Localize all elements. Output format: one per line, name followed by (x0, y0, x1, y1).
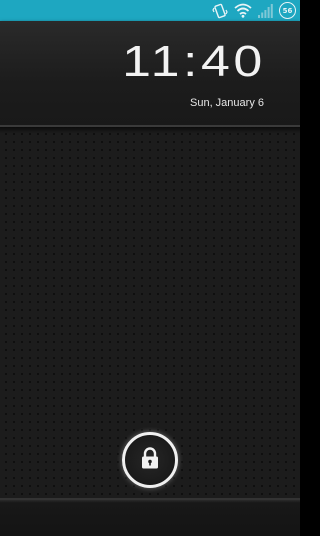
wifi-icon (234, 3, 252, 18)
status-bar: 56 (0, 0, 300, 21)
battery-level: 56 (282, 6, 293, 15)
lock-icon (139, 446, 161, 474)
unlock-button[interactable] (122, 432, 178, 488)
signal-icon (258, 3, 273, 18)
battery-icon: 56 (279, 2, 296, 19)
status-icons: 56 (212, 1, 296, 20)
clock-time: 11:40 (122, 37, 266, 86)
bottom-bar (0, 498, 300, 536)
clock-date: Sun, January 6 (190, 97, 264, 109)
vibrate-icon (212, 3, 228, 19)
